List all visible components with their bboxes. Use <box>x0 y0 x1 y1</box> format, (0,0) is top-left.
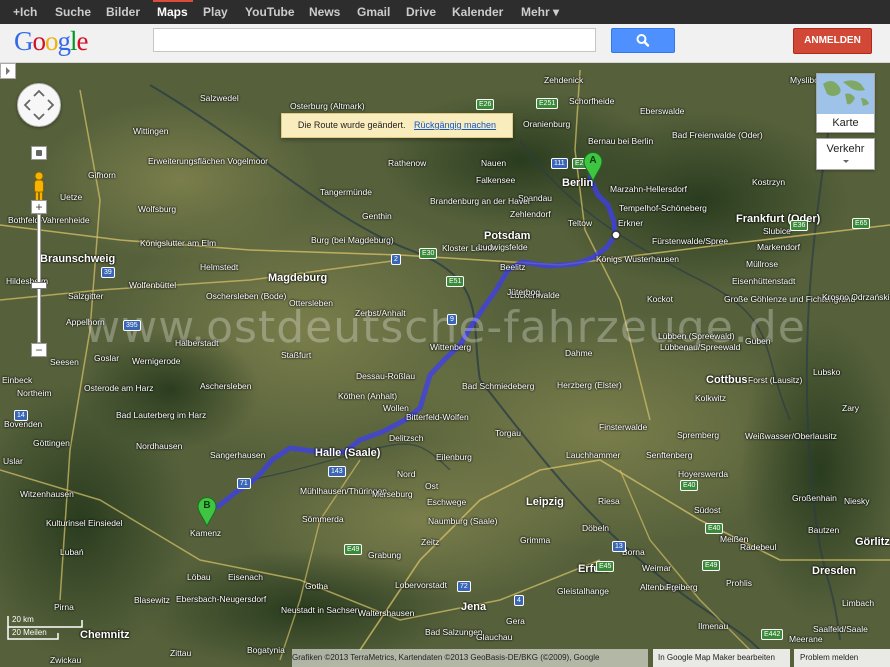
pan-arrows-icon <box>23 89 55 121</box>
nav-gmail[interactable]: Gmail <box>357 0 390 24</box>
mapmaker-link[interactable]: In Google Map Maker bearbeiten <box>658 653 775 662</box>
pegman-area[interactable] <box>31 146 47 160</box>
report-problem-link[interactable]: Problem melden <box>800 653 858 662</box>
forest-patch <box>380 90 660 230</box>
pegman-icon[interactable] <box>31 171 47 203</box>
google-logo[interactable]: Google <box>14 26 88 57</box>
route-changed-notice: Die Route wurde geändert. Rückgängig mac… <box>281 113 513 138</box>
route-waypoint[interactable] <box>611 230 621 240</box>
active-tab-indicator <box>153 0 193 2</box>
undo-link[interactable]: Rückgängig machen <box>414 120 496 130</box>
marker-start-label: A <box>589 155 597 166</box>
attribution: Grafiken ©2013 TerraMetrics, Kartendaten… <box>292 649 648 667</box>
zoom-slider-handle[interactable] <box>31 282 47 289</box>
panel-toggle-button[interactable] <box>0 63 16 79</box>
chevron-right-icon <box>6 67 10 75</box>
scale-km-label: 20 km <box>12 615 34 624</box>
search-input[interactable] <box>153 28 596 52</box>
nav-more[interactable]: Mehr ▾ <box>521 0 559 24</box>
nav-drive[interactable]: Drive <box>406 0 436 24</box>
nav-news[interactable]: News <box>309 0 340 24</box>
nav-search[interactable]: Suche <box>55 0 91 24</box>
pan-control[interactable] <box>17 83 61 127</box>
map-canvas[interactable]: www.ostdeutsche-fahrzeuge.de Salzwedel Os… <box>0 63 890 667</box>
marker-start[interactable]: A <box>583 152 603 183</box>
map-type-label: Karte <box>832 117 859 129</box>
marker-end-label: B <box>203 500 211 511</box>
mapmaker-link-container: In Google Map Maker bearbeiten <box>653 649 790 667</box>
header: Google ANMELDEN <box>0 24 890 63</box>
zoom-out-button[interactable]: − <box>31 343 47 357</box>
traffic-label: Verkehr <box>826 143 865 155</box>
nav-play[interactable]: Play <box>203 0 228 24</box>
zoom-in-button[interactable]: + <box>31 200 47 214</box>
pegman-figure <box>34 171 44 202</box>
signin-button[interactable]: ANMELDEN <box>793 28 872 54</box>
map-type-control[interactable]: Karte <box>816 73 875 133</box>
report-problem-container: Problem melden <box>794 649 890 667</box>
nav-youtube[interactable]: YouTube <box>245 0 295 24</box>
magnifier-icon <box>636 34 650 47</box>
zoom-slider-track[interactable] <box>31 214 47 343</box>
world-globe-icon <box>817 74 874 114</box>
traffic-control[interactable]: Verkehr <box>816 138 875 170</box>
attribution-text: Grafiken ©2013 TerraMetrics, Kartendaten… <box>292 653 600 662</box>
nav-plus-me[interactable]: +Ich <box>13 0 37 24</box>
marker-end[interactable]: B <box>197 497 217 528</box>
watermark: www.ostdeutsche-fahrzeuge.de <box>84 302 806 353</box>
notice-text: Die Route wurde geändert. <box>297 120 406 130</box>
scale-miles-label: 20 Meilen <box>12 628 47 637</box>
google-bar: +Ich Suche Bilder Maps Play YouTube News… <box>0 0 890 24</box>
nav-maps[interactable]: Maps <box>157 0 188 24</box>
nav-calendar[interactable]: Kalender <box>452 0 503 24</box>
chevron-down-icon <box>842 160 849 163</box>
search-button[interactable] <box>611 28 675 53</box>
satellite-map[interactable]: www.ostdeutsche-fahrzeuge.de <box>0 63 890 667</box>
nav-images[interactable]: Bilder <box>106 0 140 24</box>
scale-bar: 20 km 20 Meilen <box>6 615 86 641</box>
